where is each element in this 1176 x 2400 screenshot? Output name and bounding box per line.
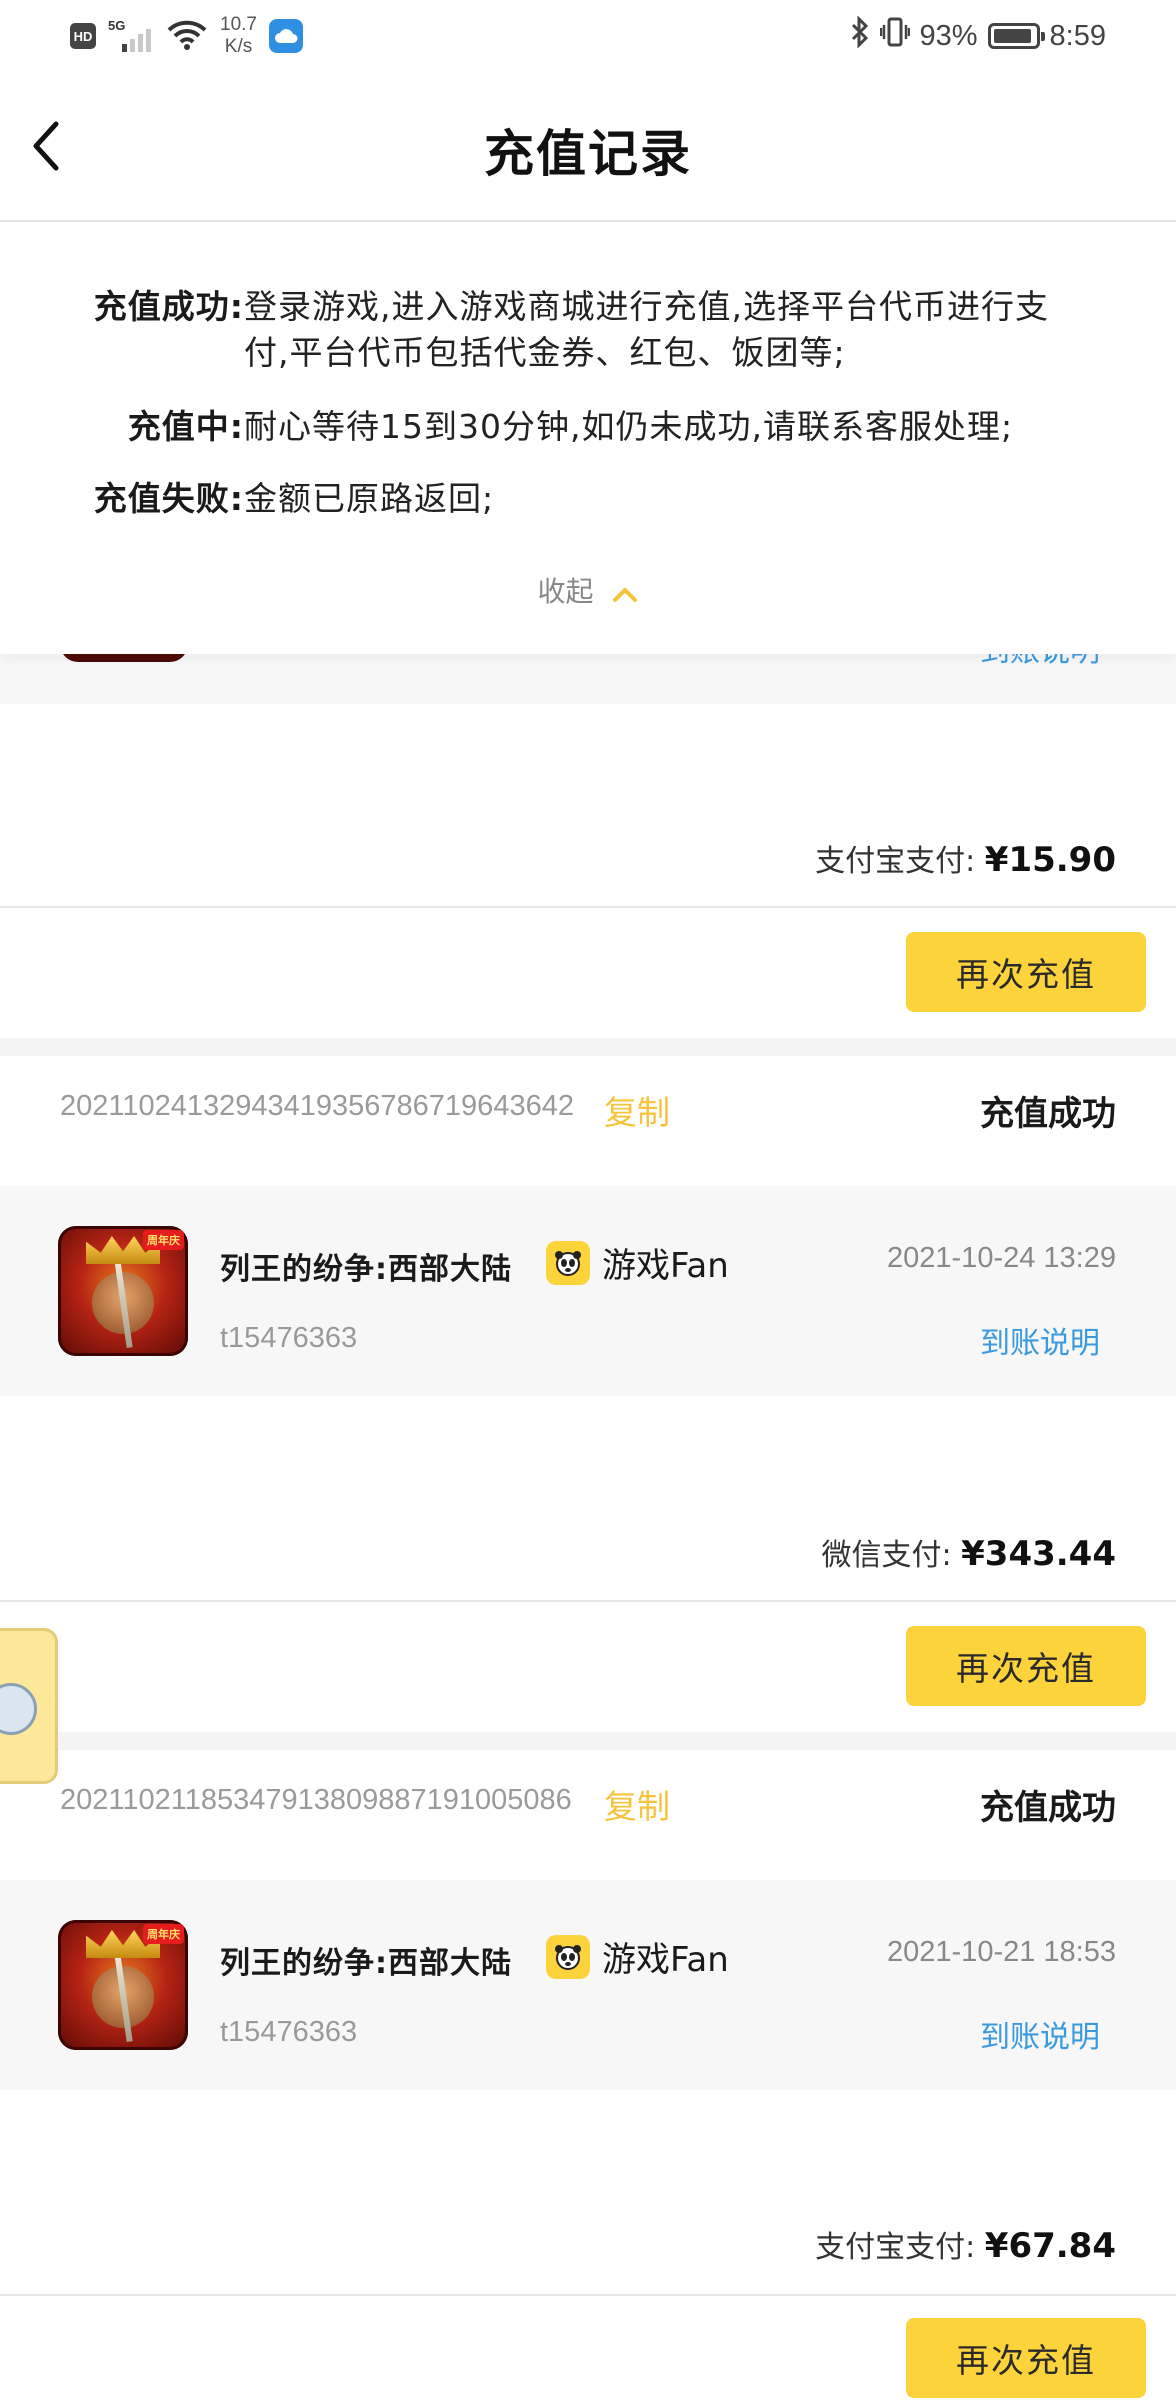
game-badge: 周年庆 bbox=[143, 1230, 184, 1250]
game-name: 列王的纷争:西部大陆 bbox=[220, 1252, 512, 1287]
payment-summary: 支付宝支付: ¥15.90 bbox=[815, 836, 1116, 880]
info-text: 耐心等待15到30分钟,如仍未成功,请联系客服处理; bbox=[244, 407, 1014, 446]
order-header: 20211021185347913809887191005086 复制 充值成功 bbox=[0, 1750, 1176, 1852]
game-icon: 周年庆 bbox=[58, 1226, 188, 1356]
recharge-again-button[interactable]: 再次充值 bbox=[906, 1626, 1146, 1706]
vibrate-icon bbox=[879, 16, 910, 56]
info-label: 充值失败: bbox=[93, 479, 244, 518]
order-status: 充值成功 bbox=[980, 1788, 1116, 1828]
arrival-info-link[interactable]: 到账说明 bbox=[980, 2012, 1100, 2056]
battery-icon bbox=[987, 23, 1045, 49]
payment-amount: ¥67.84 bbox=[984, 2226, 1116, 2266]
info-text: 金额已原路返回; bbox=[244, 479, 495, 518]
weather-app-icon bbox=[268, 19, 303, 53]
bluetooth-icon bbox=[850, 15, 870, 56]
recharge-info-panel: 充值成功: 登录游戏,进入游戏商城进行充值,选择平台代币进行支付,平台代币包括代… bbox=[0, 222, 1176, 654]
collapse-button[interactable]: 收起 bbox=[0, 570, 1176, 610]
recharge-again-button[interactable]: 再次充值 bbox=[906, 932, 1146, 1012]
status-bar: HD 5G 10.7 K/s 93% 8:59 bbox=[0, 0, 1176, 72]
collapse-label: 收起 bbox=[537, 575, 594, 608]
customer-service-button[interactable] bbox=[0, 1628, 58, 1784]
payment-method: 支付宝支付: bbox=[815, 2230, 976, 2265]
section-gap bbox=[0, 1732, 1176, 1750]
cellular-signal-icon: 5G bbox=[108, 18, 154, 54]
account-id: t15476363 bbox=[220, 2016, 358, 2048]
order-status: 充值成功 bbox=[980, 1094, 1116, 1134]
app-header: 充值记录 bbox=[0, 72, 1176, 222]
panda-icon bbox=[546, 1240, 590, 1285]
order-header: 20211024132943419356786719643642 复制 充值成功 bbox=[0, 1056, 1176, 1158]
payment-amount: ¥15.90 bbox=[984, 840, 1116, 880]
payment-summary: 微信支付: ¥343.44 bbox=[821, 1530, 1116, 1574]
game-badge: 周年庆 bbox=[143, 1924, 184, 1944]
platform-name: 游戏Fan bbox=[602, 1940, 729, 1980]
network-speed: 10.7 K/s bbox=[220, 14, 257, 57]
recharge-again-button[interactable]: 再次充值 bbox=[906, 2318, 1146, 2398]
payment-summary: 支付宝支付: ¥67.84 bbox=[815, 2222, 1116, 2266]
order-card[interactable]: 周年庆 列王的纷争:西部大陆 游戏Fan 2021-10-21 18:53 t1… bbox=[0, 1880, 1176, 2090]
payment-method: 支付宝支付: bbox=[815, 844, 976, 879]
divider bbox=[0, 1600, 1176, 1602]
copy-button[interactable]: 复制 bbox=[604, 1086, 670, 1134]
info-row-pending: 充值中: 耐心等待15到30分钟,如仍未成功,请联系客服处理; bbox=[0, 404, 1176, 450]
game-icon: 周年庆 bbox=[58, 1920, 188, 2050]
payment-method: 微信支付: bbox=[821, 1538, 952, 1573]
panda-icon bbox=[546, 1934, 590, 1979]
platform-name: 游戏Fan bbox=[602, 1246, 729, 1286]
copy-button[interactable]: 复制 bbox=[604, 1780, 670, 1828]
platform: 游戏Fan bbox=[546, 1932, 729, 1981]
divider bbox=[0, 2294, 1176, 2296]
game-name: 列王的纷争:西部大陆 bbox=[220, 1946, 512, 1981]
section-gap bbox=[0, 1038, 1176, 1056]
hd-icon: HD bbox=[70, 23, 96, 49]
info-label: 充值成功: bbox=[93, 287, 244, 326]
clock: 8:59 bbox=[1049, 19, 1106, 52]
order-number: 20211021185347913809887191005086 bbox=[60, 1784, 572, 1816]
platform: 游戏Fan bbox=[546, 1238, 729, 1287]
divider bbox=[0, 906, 1176, 908]
info-label: 充值中: bbox=[127, 407, 244, 446]
customer-service-icon bbox=[0, 1683, 37, 1735]
order-number: 20211024132943419356786719643642 bbox=[60, 1090, 574, 1122]
info-row-failed: 充值失败: 金额已原路返回; bbox=[0, 476, 1176, 522]
account-id: t15476363 bbox=[220, 1322, 358, 1354]
order-time: 2021-10-24 13:29 bbox=[887, 1242, 1116, 1274]
page-title: 充值记录 bbox=[484, 125, 692, 183]
info-row-success: 充值成功: 登录游戏,进入游戏商城进行充值,选择平台代币进行支付,平台代币包括代… bbox=[0, 284, 1176, 376]
battery-percent: 93% bbox=[919, 19, 978, 52]
payment-amount: ¥343.44 bbox=[961, 1534, 1116, 1574]
chevron-up-icon bbox=[612, 577, 638, 610]
arrival-info-link[interactable]: 到账说明 bbox=[980, 1318, 1100, 1362]
wifi-icon bbox=[166, 20, 208, 52]
order-time: 2021-10-21 18:53 bbox=[887, 1936, 1116, 1968]
info-text: 登录游戏,进入游戏商城进行充值,选择平台代币进行支付,平台代币包括代金券、红包、… bbox=[244, 287, 1049, 372]
order-card[interactable]: 周年庆 列王的纷争:西部大陆 游戏Fan 2021-10-24 13:29 t1… bbox=[0, 1186, 1176, 1396]
